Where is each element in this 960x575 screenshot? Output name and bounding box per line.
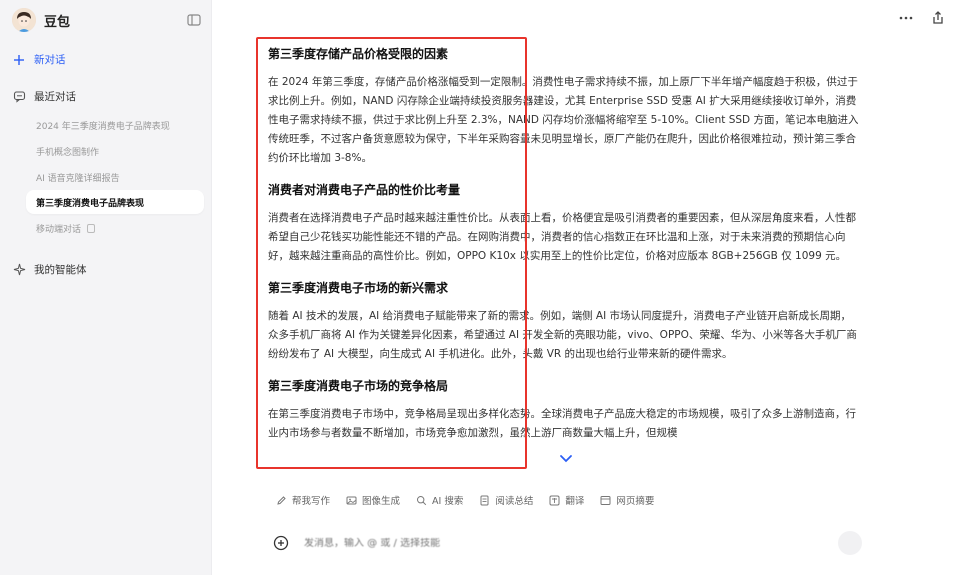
section-title: 消费者对消费电子产品的性价比考量 <box>268 183 461 197</box>
attach-button[interactable] <box>272 534 290 552</box>
document-icon <box>479 495 490 506</box>
web-icon <box>600 495 611 506</box>
new-chat-button[interactable]: 新对话 <box>12 52 66 67</box>
recent-chats-label: 最近对话 <box>34 91 76 103</box>
my-agents-item[interactable]: 我的智能体 <box>12 262 87 277</box>
section-body: 在 2024 年第三季度，存储产品价格涨幅受到一定限制。消费性电子需求持续不振，… <box>268 76 859 164</box>
section-body: 在第三季度消费电子市场中，竞争格局呈现出多样化态势。全球消费电子产品庞大稳定的市… <box>268 408 856 439</box>
share-icon[interactable] <box>930 10 946 26</box>
send-button[interactable] <box>838 531 862 555</box>
chat-input-bar <box>266 524 866 562</box>
translate-tool-button[interactable]: 翻译 <box>549 493 584 507</box>
avatar[interactable] <box>12 8 36 32</box>
my-agents-label: 我的智能体 <box>34 264 87 276</box>
section-title: 第三季度消费电子市场的竞争格局 <box>268 379 449 393</box>
chat-input[interactable] <box>304 537 784 549</box>
history-item[interactable]: AI 语音克隆详细报告 <box>26 165 204 189</box>
ai-search-tool-button[interactable]: AI 搜索 <box>416 493 463 507</box>
summary-tool-button[interactable]: 阅读总结 <box>479 493 533 507</box>
sidebar-header: 豆包 <box>12 8 202 32</box>
history-item[interactable]: 移动端对话 <box>26 216 204 240</box>
app-name: 豆包 <box>44 14 71 30</box>
plus-icon <box>12 53 26 67</box>
more-options-icon[interactable] <box>898 10 914 26</box>
chevron-down-icon <box>560 455 572 463</box>
section-title: 第三季度存储产品价格受限的因素 <box>268 47 449 61</box>
sidebar-collapse-icon[interactable] <box>186 12 202 28</box>
chat-bubble-icon <box>12 90 26 104</box>
sparkle-icon <box>12 263 26 277</box>
write-tool-button[interactable]: 帮我写作 <box>276 493 330 507</box>
top-actions <box>898 10 946 26</box>
message-content: 第三季度存储产品价格受限的因素 在 2024 年第三季度，存储产品价格涨幅受到一… <box>268 40 860 485</box>
new-chat-label: 新对话 <box>34 54 66 66</box>
image-tool-button[interactable]: 图像生成 <box>346 493 400 507</box>
scroll-down-button[interactable] <box>556 449 576 469</box>
translate-icon <box>549 495 560 506</box>
section-title: 第三季度消费电子市场的新兴需求 <box>268 281 449 295</box>
recent-chats-header[interactable]: 最近对话 <box>12 89 76 104</box>
section-body: 随着 AI 技术的发展，AI 给消费电子赋能带来了新的需求。例如，端侧 AI 市… <box>268 310 857 360</box>
pen-icon <box>276 495 287 506</box>
history-item[interactable]: 手机概念图制作 <box>26 139 204 163</box>
plus-circle-icon <box>273 535 289 551</box>
image-icon <box>346 495 357 506</box>
search-icon <box>416 495 427 506</box>
history-item-active[interactable]: 第三季度消费电子品牌表现 <box>26 190 204 214</box>
skill-toolbar: 帮我写作 图像生成 AI 搜索 阅读总结 翻译 网页摘要 <box>276 493 654 507</box>
web-summary-tool-button[interactable]: 网页摘要 <box>600 493 654 507</box>
sidebar: 豆包 新对话 最近对话 2024 年三季度消费电子品牌表现 手机概念图制作 AI… <box>0 0 212 575</box>
mobile-icon <box>87 223 96 233</box>
history-item[interactable]: 2024 年三季度消费电子品牌表现 <box>26 113 204 137</box>
section-body: 消费者在选择消费电子产品时越来越注重性价比。从表面上看，价格便宜是吸引消费者的重… <box>268 212 856 262</box>
